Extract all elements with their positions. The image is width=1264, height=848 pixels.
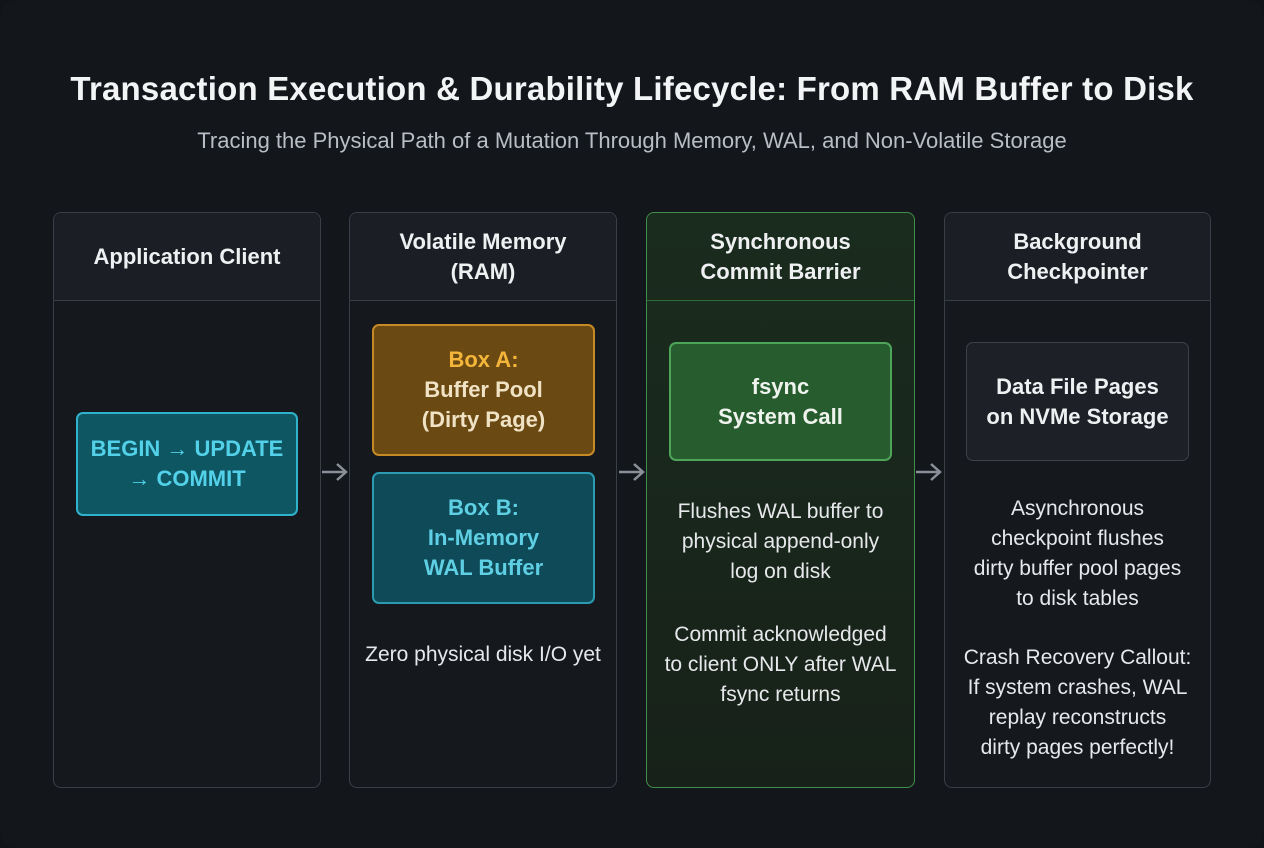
crash-recovery-line: Crash Recovery Callout:: [963, 646, 1192, 669]
transaction-box: BEGIN → UPDATE → COMMIT: [76, 412, 298, 516]
memory-note: Zero physical disk I/O yet: [365, 643, 601, 666]
checkpointer-note-async-line: checkpoint flushes: [991, 527, 1164, 550]
fsync-box: fsync System Call: [669, 342, 892, 461]
column-header-commit: Synchronous Commit Barrier: [647, 213, 914, 301]
commit-note-ack-line: fsync returns: [720, 683, 841, 706]
crash-recovery-line: If system crashes, WAL: [967, 676, 1188, 699]
checkpointer-note-async-line: Asynchronous: [1010, 497, 1145, 520]
box-b-line-3: WAL Buffer: [423, 555, 544, 580]
fsync-line-2: System Call: [718, 403, 843, 429]
box-a-label: Box A:: [448, 347, 519, 372]
box-b-line-2: In-Memory: [427, 525, 540, 550]
checkpointer-note-async-line: dirty buffer pool pages: [973, 557, 1182, 580]
arrow-right-icon: [619, 463, 645, 481]
commit-note-flush-line: physical append-only: [681, 530, 880, 553]
column-header-memory: Volatile Memory (RAM): [350, 213, 616, 301]
arrow-right-icon: [322, 463, 348, 481]
column-header-client: Application Client: [54, 213, 320, 301]
diagram-title: Transaction Execution & Durability Lifec…: [70, 70, 1194, 107]
transaction-line-2: → COMMIT: [128, 466, 246, 491]
checkpointer-note-async: Asynchronous checkpoint flushes dirty bu…: [944, 494, 1211, 614]
buffer-pool-box: Box A: Buffer Pool (Dirty Page): [372, 324, 595, 456]
commit-header-line-1: Synchronous: [710, 228, 851, 254]
memory-header-line-2: (RAM): [450, 258, 516, 284]
box-a-line-2: Buffer Pool: [424, 377, 543, 402]
fsync-line-1: fsync: [751, 373, 810, 399]
crash-recovery-line: dirty pages perfectly!: [980, 736, 1175, 759]
checkpointer-header-line-1: Background: [1013, 228, 1142, 254]
checkpointer-note-async-line: to disk tables: [1016, 587, 1139, 610]
memory-header-line-1: Volatile Memory: [399, 228, 567, 254]
commit-note-flush: Flushes WAL buffer to physical append-on…: [646, 497, 915, 587]
diagram-subtitle: Tracing the Physical Path of a Mutation …: [197, 128, 1067, 153]
arrow-right-icon: [916, 463, 942, 481]
crash-recovery-line: replay reconstructs: [988, 706, 1167, 729]
commit-note-flush-line: Flushes WAL buffer to: [677, 500, 884, 523]
data-file-pages-box: Data File Pages on NVMe Storage: [966, 342, 1189, 461]
wal-buffer-box: Box B: In-Memory WAL Buffer: [372, 472, 595, 604]
checkpointer-header-line-2: Checkpointer: [1007, 258, 1148, 284]
data-file-line-2: on NVMe Storage: [986, 403, 1169, 429]
transaction-line-1: BEGIN → UPDATE: [90, 436, 284, 461]
commit-note-flush-line: log on disk: [730, 560, 831, 583]
data-file-line-1: Data File Pages: [996, 373, 1159, 399]
commit-note-ack: Commit acknowledged to client ONLY after…: [646, 620, 915, 710]
column-header-checkpointer: Background Checkpointer: [945, 213, 1210, 301]
commit-note-ack-line: Commit acknowledged: [674, 623, 887, 646]
commit-note-ack-line: to client ONLY after WAL: [664, 653, 897, 676]
crash-recovery-callout: Crash Recovery Callout: If system crashe…: [944, 643, 1211, 763]
box-a-line-3: (Dirty Page): [421, 407, 546, 432]
box-b-label: Box B:: [448, 495, 519, 520]
commit-header-line-2: Commit Barrier: [700, 258, 861, 284]
